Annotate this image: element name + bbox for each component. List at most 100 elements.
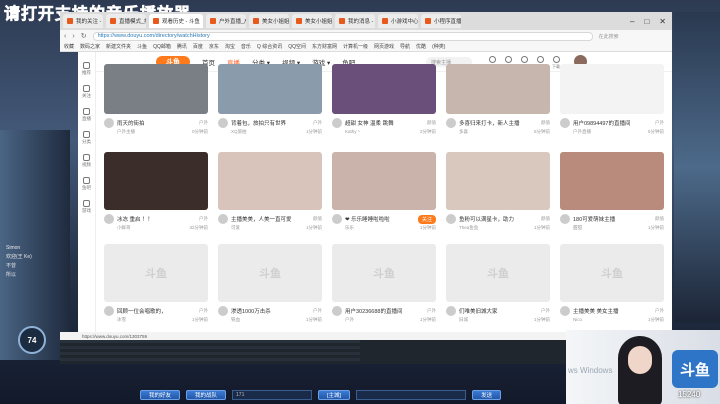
forward-icon[interactable]: › <box>72 33 74 40</box>
history-card[interactable]: 鱼粉可以满星卡，助力 颜值 Thea鱼鱼 1分钟前 <box>446 152 550 238</box>
streamer-avatar[interactable] <box>560 214 570 224</box>
browser-tab[interactable]: 我的消息 - 个人中心× <box>335 14 375 28</box>
browser-tab[interactable]: 小程序直播间× <box>421 14 461 28</box>
streamer-name[interactable]: 旧城 <box>459 317 468 323</box>
streamer-avatar[interactable] <box>332 306 342 316</box>
browser-tab[interactable]: 观看历史 - 斗鱼× <box>149 14 203 28</box>
card-title[interactable]: ❤ 乐乐睡睡啦啦啦 <box>345 215 415 223</box>
friends-button[interactable]: 我的好友 <box>140 390 181 400</box>
streamer-name[interactable]: 冰雪 <box>117 317 126 323</box>
history-card[interactable]: 用户09894497的直播间 户外 户外直播 5分钟前 <box>560 64 664 146</box>
streamer-name[interactable]: Thea鱼鱼 <box>459 225 478 231</box>
card-title[interactable]: 雨天的街拍 <box>117 119 196 127</box>
browser-tab[interactable]: 美女小姐姐们 直播× <box>292 14 332 28</box>
history-card[interactable]: 180可爱萌妹主播 颜值 甜甜 1分钟前 <box>560 152 664 238</box>
close-icon[interactable]: ✕ <box>659 17 666 26</box>
sidebar-item[interactable]: 关注 <box>82 85 91 99</box>
thumbnail[interactable] <box>104 64 208 114</box>
minimize-icon[interactable]: – <box>630 17 634 26</box>
thumbnail[interactable] <box>446 152 550 210</box>
thumbnail[interactable]: 斗鱼 <box>104 244 208 302</box>
bookmark-item[interactable]: 新建文件夹 <box>106 43 131 50</box>
history-card[interactable]: 斗鱼 主播美美 美女主播 户外 Nico 1分钟前 <box>560 244 664 330</box>
thumbnail[interactable] <box>446 64 550 114</box>
streamer-name[interactable]: Kathy丶 <box>345 129 361 135</box>
sidebar-item[interactable]: 游戏 <box>82 200 91 214</box>
card-title[interactable]: 背着包，旅拍只有世界 <box>231 119 310 127</box>
thumbnail[interactable]: 斗鱼 <box>446 244 550 302</box>
bookmark-item[interactable]: QQ邮箱 <box>153 43 171 50</box>
streamer-avatar[interactable] <box>560 118 570 128</box>
streamer-avatar[interactable] <box>446 214 456 224</box>
streamer-name[interactable]: 乐乐 <box>345 225 354 231</box>
thumbnail[interactable]: 斗鱼 <box>218 244 322 302</box>
sidebar-item[interactable]: 鱼吧 <box>82 177 91 191</box>
browser-tab[interactable]: 户外直播_户外...× <box>206 14 246 28</box>
browser-tab[interactable]: 美女小姐姐们 直播× <box>249 14 289 28</box>
history-card[interactable]: 斗鱼 们唯美旧城大家 户外 旧城 1分钟前 <box>446 244 550 330</box>
chat-input[interactable] <box>356 390 467 400</box>
history-card[interactable]: 斗鱼 用户30236688的直播间 户外 户外 1分钟前 <box>332 244 436 330</box>
card-title[interactable]: 180可爱萌妹主播 <box>573 215 652 223</box>
thumbnail[interactable] <box>104 152 208 210</box>
thumbnail[interactable] <box>218 64 322 114</box>
browser-tab[interactable]: 直播模式_播放中× <box>106 14 146 28</box>
sidebar-item[interactable]: 直播 <box>82 108 91 122</box>
maximize-icon[interactable]: □ <box>644 17 649 26</box>
streamer-name[interactable]: XQ旅拍 <box>231 129 247 135</box>
streamer-name[interactable]: 铁血 <box>231 317 240 323</box>
card-title[interactable]: 用户30236688的直播间 <box>345 307 424 315</box>
bookmark-item[interactable]: 计算机一级 <box>343 43 368 50</box>
streamer-name[interactable]: 户外直播 <box>573 129 591 135</box>
bookmark-item[interactable]: (种类) <box>432 43 445 50</box>
streamer-avatar[interactable] <box>560 306 570 316</box>
streamer-avatar[interactable] <box>332 118 342 128</box>
teams-button[interactable]: 我的战队 <box>186 390 227 400</box>
streamer-avatar[interactable] <box>104 306 114 316</box>
streamer-avatar[interactable] <box>218 306 228 316</box>
card-title[interactable]: 主播美美，人美一直可爱 <box>231 215 310 223</box>
streamer-avatar[interactable] <box>218 118 228 128</box>
thumbnail[interactable] <box>332 152 436 210</box>
history-card[interactable]: 冰冻 重启 ！！ 户外 小鲜哥 32分钟前 <box>104 152 208 238</box>
bookmark-item[interactable]: 音乐 <box>241 43 251 50</box>
bookmark-item[interactable]: 斗鱼 <box>137 43 147 50</box>
thumbnail[interactable] <box>560 152 664 210</box>
bookmark-item[interactable]: 百度 <box>193 43 203 50</box>
card-title[interactable]: 主播美美 美女主播 <box>573 307 652 315</box>
thumbnail[interactable] <box>332 64 436 114</box>
bookmark-item[interactable]: 导航 <box>400 43 410 50</box>
streamer-name[interactable]: 户外主播 <box>117 129 135 135</box>
history-card[interactable]: 多喜归来打卡，新人主播 颜值 多喜 5分钟前 <box>446 64 550 146</box>
thumbnail[interactable]: 斗鱼 <box>332 244 436 302</box>
browser-tab[interactable]: 我的关注 - 斗鱼× <box>63 14 103 28</box>
follow-button[interactable]: 关注 <box>417 214 436 224</box>
header-icon-button[interactable]: 下载 <box>552 56 560 70</box>
bookmark-item[interactable]: 东方财富网 <box>312 43 337 50</box>
browser-search[interactable]: 在此搜索 <box>599 33 619 40</box>
streamer-avatar[interactable] <box>446 306 456 316</box>
history-card[interactable]: ❤ 乐乐睡睡啦啦啦 关注 乐乐 1分钟前 <box>332 152 436 238</box>
bookmark-item[interactable]: Q 综合资讯 <box>257 43 282 50</box>
card-title[interactable]: 回顾一位会唱歌的， <box>117 307 196 315</box>
history-card[interactable]: 斗鱼 渗透1000万击杀 户外 铁血 1分钟前 <box>218 244 322 330</box>
card-title[interactable]: 多喜归来打卡，新人主播 <box>459 119 538 127</box>
streamer-name[interactable]: 甜甜 <box>573 225 582 231</box>
history-card[interactable]: 雨天的街拍 户外 户外主播 0分钟前 <box>104 64 208 146</box>
sidebar-item[interactable]: 分类 <box>82 131 91 145</box>
send-button[interactable]: 发送 <box>472 390 502 400</box>
streamer-name[interactable]: 可爱 <box>231 225 240 231</box>
bookmark-item[interactable]: 腾讯 <box>177 43 187 50</box>
browser-tab[interactable]: 小游戏中心 - 斗鱼× <box>378 14 418 28</box>
history-card[interactable]: 超甜 女神 温柔 跳舞 颜值 Kathy丶 2分钟前 <box>332 64 436 146</box>
back-icon[interactable]: ‹ <box>64 33 66 40</box>
bookmark-item[interactable]: 收藏 <box>64 43 74 50</box>
sidebar-item[interactable]: 视频 <box>82 154 91 168</box>
thumbnail[interactable] <box>218 152 322 210</box>
card-title[interactable]: 渗透1000万击杀 <box>231 307 310 315</box>
streamer-avatar[interactable] <box>104 214 114 224</box>
history-card[interactable]: 主播美美，人美一直可爱 颜值 可爱 1分钟前 <box>218 152 322 238</box>
card-title[interactable]: 们唯美旧城大家 <box>459 307 538 315</box>
bookmark-item[interactable]: 数码之家 <box>80 43 100 50</box>
bookmark-item[interactable]: 京东 <box>209 43 219 50</box>
